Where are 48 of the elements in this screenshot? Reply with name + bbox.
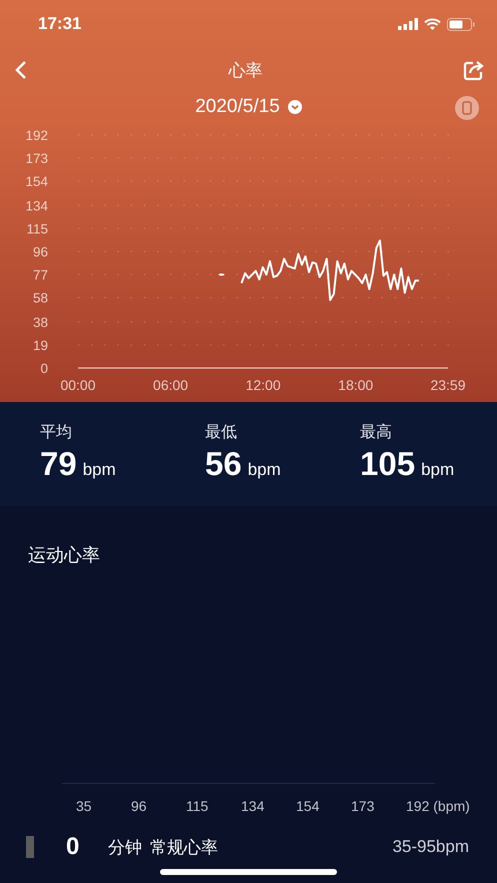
zone-axis-label: 192 (bpm) [406, 798, 470, 814]
y-axis-label: 96 [32, 244, 48, 260]
stat-label: 平均 [40, 423, 73, 443]
stat-value: 105 [360, 445, 416, 483]
zone-axis-label: 154 [296, 798, 320, 814]
y-axis-label: 192 [25, 128, 48, 143]
y-axis-label: 38 [32, 314, 48, 330]
stat-unit: bpm [421, 460, 454, 480]
share-button[interactable] [463, 59, 485, 81]
y-axis-label: 154 [25, 174, 48, 190]
x-axis-label: 18:00 [338, 377, 374, 393]
y-axis-label: 19 [32, 338, 48, 353]
y-axis-label: 134 [25, 198, 48, 214]
status-time: 17:31 [38, 14, 82, 34]
zone-axis-label: 96 [131, 798, 148, 814]
data-point [218, 274, 224, 276]
dropdown-icon[interactable] [288, 100, 302, 114]
y-axis-label: 77 [32, 268, 48, 283]
zone-range: 35-95bpm [392, 837, 469, 857]
x-axis-label: 23:59 [430, 377, 466, 393]
x-axis-label: 00:00 [60, 377, 96, 393]
y-axis-label: 115 [26, 221, 48, 236]
stat-label: 最低 [205, 423, 238, 443]
y-axis-label: 173 [25, 151, 48, 166]
date-label[interactable]: 2020/5/15 [195, 96, 280, 118]
x-axis-label: 06:00 [153, 377, 188, 393]
back-button[interactable] [14, 60, 28, 80]
section-title: 运动心率 [27, 544, 101, 567]
zone-unit: 分钟 [108, 836, 143, 858]
zone-axis-label: 173 [351, 798, 376, 814]
zone-axis-label: 115 [186, 798, 210, 814]
stat-unit: bpm [82, 460, 116, 480]
stat-value: 79 [40, 445, 77, 483]
stat-label: 最高 [360, 422, 393, 443]
stat-unit: bpm [248, 460, 281, 480]
page-title: 心率 [228, 60, 262, 82]
signal-icon [398, 18, 418, 30]
zone-axis-label: 134 [241, 798, 266, 814]
zone-minutes: 0 [66, 833, 80, 861]
y-axis-label: 58 [32, 290, 48, 306]
y-axis-label: 0 [40, 361, 48, 376]
zone-axis-label: 35 [76, 798, 93, 814]
zone-name: 常规心率 [150, 836, 219, 858]
watch-icon[interactable] [455, 96, 479, 120]
wifi-icon [424, 18, 441, 30]
stat-value: 56 [205, 445, 242, 483]
battery-icon [447, 18, 475, 30]
x-axis-label: 12:00 [246, 377, 281, 393]
